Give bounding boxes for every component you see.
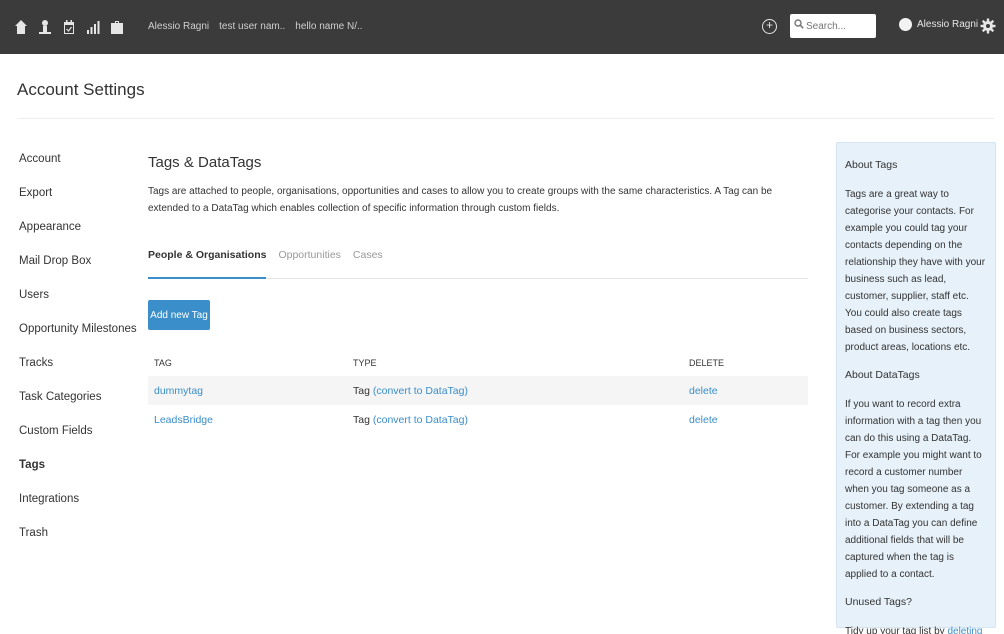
sidebar-item-tags[interactable]: Tags: [19, 458, 137, 492]
tab-cases[interactable]: Cases: [353, 249, 383, 278]
add-new-tag-button[interactable]: Add new Tag: [148, 300, 210, 330]
settings-sidebar: Account Export Appearance Mail Drop Box …: [19, 152, 137, 560]
column-header-delete: DELETE: [689, 358, 725, 368]
convert-to-datatag-link[interactable]: (convert to DataTag): [373, 385, 468, 397]
header-divider: [17, 118, 994, 119]
tab-people-organisations[interactable]: People & Organisations: [148, 249, 267, 279]
gear-icon[interactable]: [980, 17, 996, 35]
user-menu[interactable]: Alessio Ragni ▾: [899, 18, 987, 31]
tag-name-link[interactable]: LeadsBridge: [154, 414, 213, 426]
about-datatags-heading: About DataTags: [845, 369, 920, 381]
main-content: Tags & DataTags Tags are attached to peo…: [148, 154, 808, 434]
delete-tag-link[interactable]: delete: [689, 414, 718, 426]
unused-tags-heading: Unused Tags?: [845, 596, 912, 608]
recent-item-test-user[interactable]: test user nam..: [219, 21, 285, 32]
about-tags-text: Tags are a great way to categorise your …: [845, 189, 986, 353]
sidebar-item-opportunity-milestones[interactable]: Opportunity Milestones: [19, 322, 137, 356]
table-row: dummytag Tag (convert to DataTag) delete: [148, 376, 808, 405]
tag-type: Tag: [353, 413, 370, 426]
convert-to-datatag-link[interactable]: (convert to DataTag): [373, 414, 468, 426]
sidebar-item-tracks[interactable]: Tracks: [19, 356, 137, 390]
sidebar-item-users[interactable]: Users: [19, 288, 137, 322]
search-icon: [794, 19, 804, 29]
avatar: [899, 18, 912, 31]
unused-tags-prefix: Tidy up your tag list by: [845, 626, 948, 634]
sidebar-item-custom-fields[interactable]: Custom Fields: [19, 424, 137, 458]
table-header: TAG TYPE DELETE: [148, 350, 808, 376]
home-icon[interactable]: [14, 19, 28, 35]
top-navigation-bar: Alessio Ragni test user nam.. hello name…: [0, 0, 1004, 54]
section-title: Tags & DataTags: [148, 154, 262, 171]
sidebar-item-account[interactable]: Account: [19, 152, 137, 186]
section-description: Tags are attached to people, organisatio…: [148, 186, 773, 214]
calendar-icon[interactable]: [62, 19, 76, 35]
sidebar-item-trash[interactable]: Trash: [19, 526, 137, 560]
recent-item-hello-name[interactable]: hello name N/..: [295, 21, 362, 32]
sidebar-item-mail-drop-box[interactable]: Mail Drop Box: [19, 254, 137, 288]
delete-tag-link[interactable]: delete: [689, 385, 718, 397]
user-name: Alessio Ragni: [917, 19, 979, 30]
tag-type: Tag: [353, 384, 370, 397]
sidebar-item-export[interactable]: Export: [19, 186, 137, 220]
recent-items: Alessio Ragni test user nam.. hello name…: [148, 21, 363, 32]
briefcase-icon[interactable]: [110, 19, 124, 35]
tab-opportunities[interactable]: Opportunities: [278, 249, 340, 278]
about-datatags-text: If you want to record extra information …: [845, 399, 982, 580]
recent-item-user[interactable]: Alessio Ragni: [148, 21, 209, 32]
person-icon[interactable]: [38, 19, 52, 35]
tag-tabs: People & Organisations Opportunities Cas…: [148, 249, 808, 279]
page-title: Account Settings: [17, 80, 145, 99]
about-tags-heading: About Tags: [845, 159, 898, 171]
add-plus-button[interactable]: +: [762, 19, 777, 34]
column-header-tag: TAG: [154, 358, 172, 368]
unused-tags-text: Tidy up your tag list by deleting unused…: [845, 623, 987, 634]
tags-table: TAG TYPE DELETE dummytag Tag (convert to…: [148, 350, 808, 434]
table-row: LeadsBridge Tag (convert to DataTag) del…: [148, 405, 808, 434]
column-header-type: TYPE: [353, 358, 377, 368]
sidebar-item-task-categories[interactable]: Task Categories: [19, 390, 137, 424]
nav-icon-group: [14, 19, 124, 35]
sidebar-item-integrations[interactable]: Integrations: [19, 492, 137, 526]
tag-name-link[interactable]: dummytag: [154, 385, 203, 397]
sidebar-item-appearance[interactable]: Appearance: [19, 220, 137, 254]
help-panel: About Tags Tags are a great way to categ…: [836, 142, 996, 634]
chart-icon[interactable]: [86, 19, 100, 35]
